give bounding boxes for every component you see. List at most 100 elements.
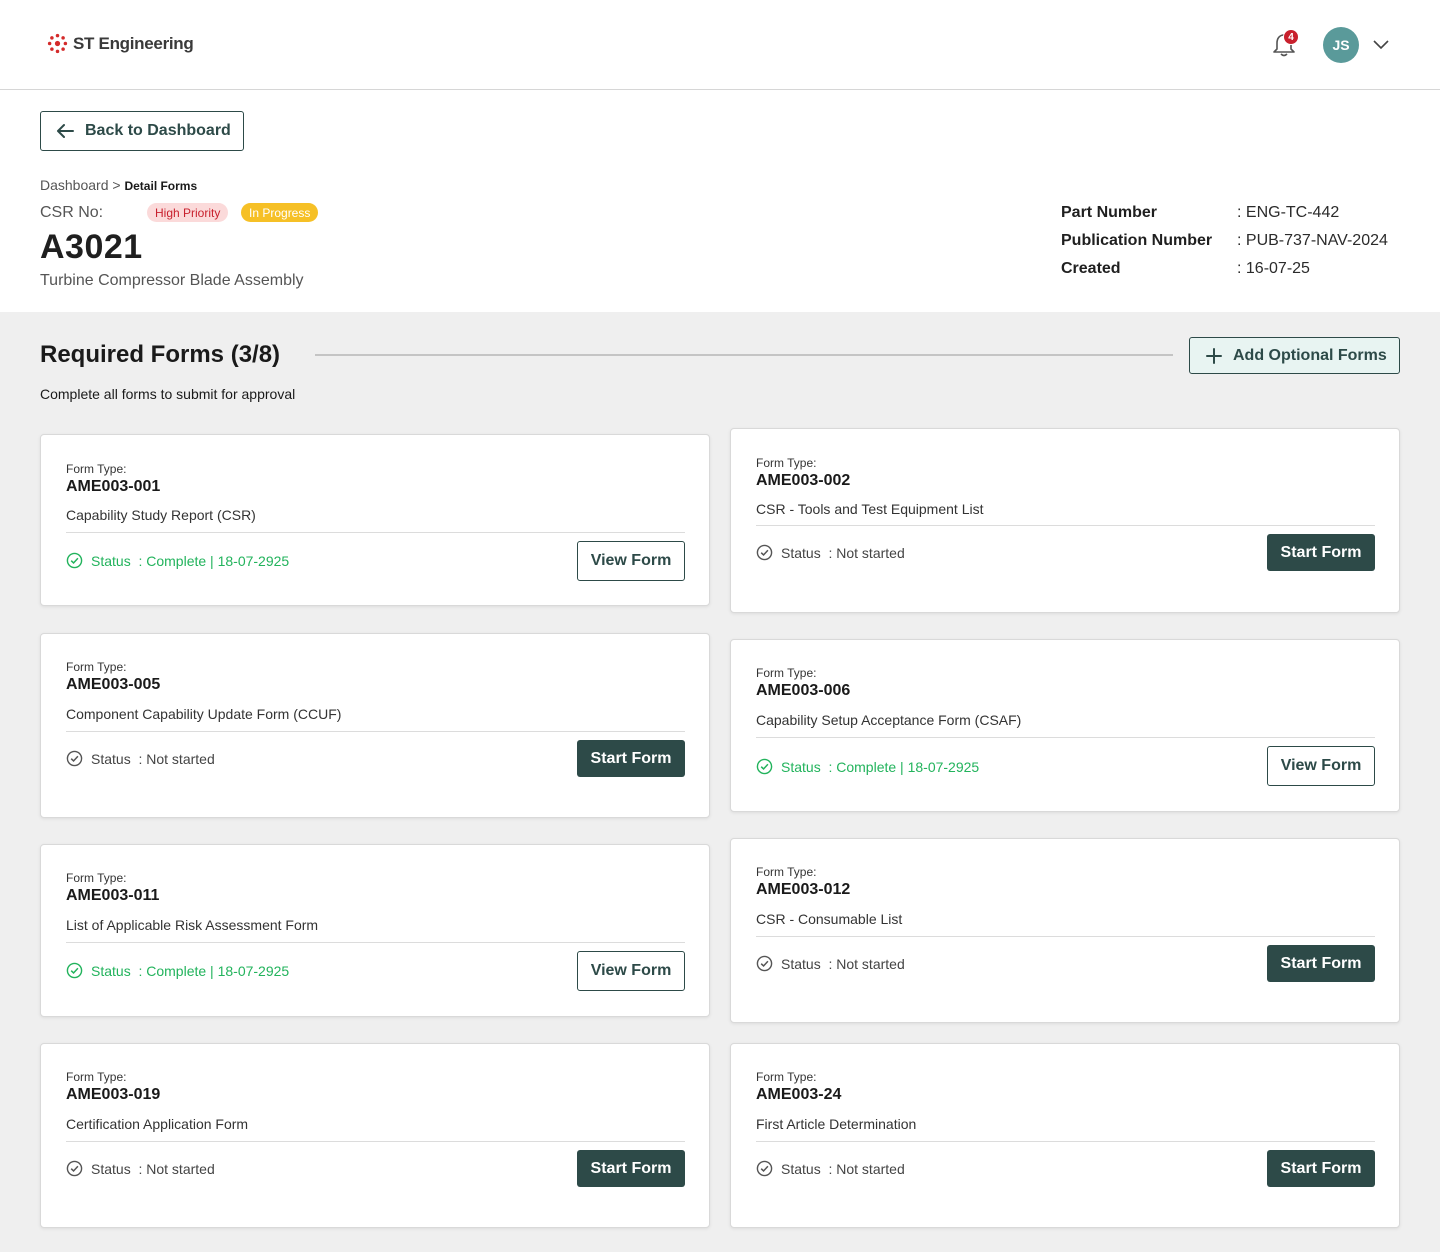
form-type-label: Form Type: xyxy=(756,865,817,879)
csr-number-label: CSR No: xyxy=(40,204,104,221)
breadcrumb-current: Detail Forms xyxy=(124,179,198,193)
form-type-label: Form Type: xyxy=(66,462,127,476)
form-status-text: Status : Complete | 18-07-2925 xyxy=(91,962,290,979)
form-name: Component Capability Update Form (CCUF) xyxy=(66,706,342,722)
card-divider xyxy=(66,942,685,943)
card-divider xyxy=(756,1141,1375,1142)
form-status: Status : Complete | 18-07-2925 xyxy=(66,962,289,979)
form-status-text: Status : Not started xyxy=(781,544,905,561)
logo-text: ST Engineering xyxy=(73,33,194,53)
check-circle-icon xyxy=(66,962,83,979)
add-optional-forms-button[interactable]: Add Optional Forms xyxy=(1189,337,1400,374)
card-divider xyxy=(66,1141,685,1142)
view-form-button[interactable]: View Form xyxy=(577,541,685,581)
form-card-ame003-006: Form Type: AME003-006 Capability Setup A… xyxy=(730,639,1400,812)
form-card-ame003-011: Form Type: AME003-011 List of Applicable… xyxy=(40,844,710,1017)
section-divider xyxy=(315,354,1173,356)
form-code: AME003-005 xyxy=(66,676,161,693)
part-number-value: : ENG-TC-442 xyxy=(1237,204,1340,221)
form-card-ame003-012: Form Type: AME003-012 CSR - Consumable L… xyxy=(730,838,1400,1023)
check-circle-icon xyxy=(66,1160,83,1177)
required-forms-title: Required Forms (3/8) xyxy=(40,341,281,368)
form-code: AME003-002 xyxy=(756,472,851,489)
back-to-dashboard-button[interactable]: Back to Dashboard xyxy=(40,111,244,151)
form-status-text: Status : Not started xyxy=(91,1160,215,1177)
check-circle-icon xyxy=(756,1160,773,1177)
form-name: First Article Determination xyxy=(756,1116,917,1132)
breadcrumb: Dashboard > Detail Forms xyxy=(40,177,197,193)
in-progress-badge: In Progress xyxy=(241,203,319,222)
part-number-label: Part Number xyxy=(1061,204,1158,221)
form-status: Status : Complete | 18-07-2925 xyxy=(756,758,979,775)
start-form-button[interactable]: Start Form xyxy=(1267,945,1375,982)
form-card-ame003-002: Form Type: AME003-002 CSR - Tools and Te… xyxy=(730,428,1400,613)
form-code: AME003-24 xyxy=(756,1086,842,1103)
check-circle-icon xyxy=(756,955,773,972)
st-engineering-logo[interactable]: ST Engineering xyxy=(47,33,194,54)
form-status: Status : Complete | 18-07-2925 xyxy=(66,552,289,569)
notification-button[interactable]: 4 xyxy=(1271,29,1299,59)
form-status-text: Status : Complete | 18-07-2925 xyxy=(781,758,980,775)
form-status: Status : Not started xyxy=(756,955,905,972)
form-code: AME003-006 xyxy=(756,682,851,699)
form-status-text: Status : Complete | 18-07-2925 xyxy=(91,552,290,569)
form-code: AME003-001 xyxy=(66,478,161,495)
top-bar: ST Engineering 4 JS xyxy=(0,0,1440,90)
start-form-button[interactable]: Start Form xyxy=(1267,1150,1375,1187)
form-status: Status : Not started xyxy=(756,544,905,561)
created-value: : 16-07-25 xyxy=(1237,260,1310,277)
form-type-label: Form Type: xyxy=(756,1070,817,1084)
form-code: AME003-011 xyxy=(66,887,160,904)
created-label: Created xyxy=(1061,260,1121,277)
form-status-text: Status : Not started xyxy=(781,955,905,972)
form-status-text: Status : Not started xyxy=(781,1160,905,1177)
start-form-button[interactable]: Start Form xyxy=(577,740,685,777)
card-divider xyxy=(66,532,685,533)
form-code: AME003-012 xyxy=(756,881,851,898)
high-priority-badge: High Priority xyxy=(147,203,229,222)
form-code: AME003-019 xyxy=(66,1086,161,1103)
required-forms-subtitle: Complete all forms to submit for approva… xyxy=(40,386,296,402)
form-type-label: Form Type: xyxy=(66,660,127,674)
part-number-row: Part Number : ENG-TC-442 xyxy=(1061,204,1388,232)
user-avatar[interactable]: JS xyxy=(1323,27,1359,63)
check-circle-icon xyxy=(756,544,773,561)
start-form-button[interactable]: Start Form xyxy=(1267,534,1375,571)
csr-description: Turbine Compressor Blade Assembly xyxy=(40,272,304,289)
form-name: Capability Study Report (CSR) xyxy=(66,507,256,523)
publication-number-label: Publication Number xyxy=(1061,232,1213,249)
form-type-label: Form Type: xyxy=(756,456,817,470)
plus-icon xyxy=(1206,347,1222,364)
check-circle-icon xyxy=(66,750,83,767)
check-circle-icon xyxy=(66,552,83,569)
created-row: Created : 16-07-25 xyxy=(1061,260,1388,288)
view-form-button[interactable]: View Form xyxy=(577,951,685,991)
form-name: CSR - Tools and Test Equipment List xyxy=(756,501,984,517)
form-card-ame003-24: Form Type: AME003-24 First Article Deter… xyxy=(730,1043,1400,1228)
form-type-label: Form Type: xyxy=(66,1070,127,1084)
add-optional-forms-label: Add Optional Forms xyxy=(1233,346,1387,364)
form-name: Certification Application Form xyxy=(66,1116,249,1132)
notification-count-badge: 4 xyxy=(1283,29,1299,45)
chevron-down-icon[interactable] xyxy=(1372,37,1390,51)
breadcrumb-separator: > xyxy=(108,177,125,193)
breadcrumb-dashboard[interactable]: Dashboard xyxy=(40,177,109,193)
form-type-label: Form Type: xyxy=(756,666,817,680)
start-form-button[interactable]: Start Form xyxy=(577,1150,685,1187)
form-status: Status : Not started xyxy=(66,1160,215,1177)
csr-metadata: Part Number : ENG-TC-442 Publication Num… xyxy=(1061,204,1388,288)
csr-number: A3021 xyxy=(40,228,143,266)
view-form-button[interactable]: View Form xyxy=(1267,746,1375,786)
card-divider xyxy=(756,936,1375,937)
form-status: Status : Not started xyxy=(66,750,215,767)
form-name: List of Applicable Risk Assessment Form xyxy=(66,917,319,933)
card-divider xyxy=(66,731,685,732)
back-button-label: Back to Dashboard xyxy=(85,122,231,139)
form-status: Status : Not started xyxy=(756,1160,905,1177)
form-type-label: Form Type: xyxy=(66,871,127,885)
card-divider xyxy=(756,737,1375,738)
form-status-text: Status : Not started xyxy=(91,750,215,767)
logo-mark-icon xyxy=(47,33,68,54)
arrow-left-icon xyxy=(57,124,74,138)
card-divider xyxy=(756,525,1375,526)
